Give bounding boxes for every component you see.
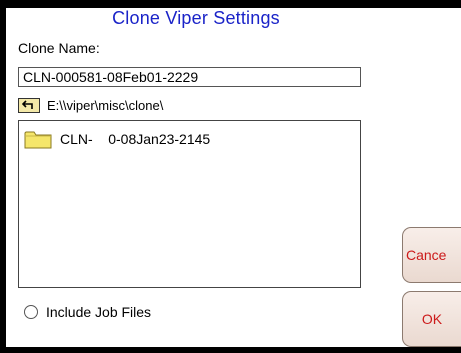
ok-button[interactable]: OK — [402, 291, 461, 347]
clone-settings-dialog: Clone Viper Settings Clone Name: E:\\vip… — [6, 8, 461, 347]
clone-name-label: Clone Name: — [18, 40, 100, 56]
list-item-label: CLN- 0-08Jan23-2145 — [60, 131, 211, 147]
folder-icon — [24, 131, 52, 149]
include-job-files-label: Include Job Files — [46, 304, 152, 320]
clone-name-input[interactable] — [18, 67, 361, 87]
current-path: E:\\viper\misc\clone\ — [47, 97, 164, 113]
parent-folder-button[interactable] — [18, 97, 40, 113]
include-job-files-option[interactable]: Include Job Files — [24, 304, 151, 320]
file-list[interactable]: CLN- 0-08Jan23-2145 — [18, 120, 361, 288]
dialog-title: Clone Viper Settings — [112, 8, 280, 28]
up-arrow-icon — [22, 100, 33, 109]
path-row: E:\\viper\misc\clone\ — [18, 96, 163, 114]
list-item[interactable]: CLN- 0-08Jan23-2145 — [24, 127, 210, 151]
include-job-files-radio[interactable] — [24, 305, 38, 319]
cancel-button[interactable]: Cance — [402, 227, 461, 283]
